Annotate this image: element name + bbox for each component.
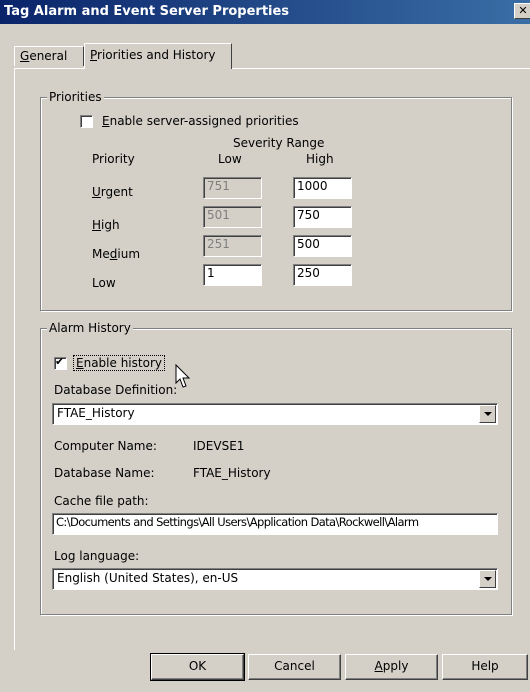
low-column-header: Low (218, 152, 242, 166)
help-button[interactable]: Help (442, 654, 528, 680)
low-high-field[interactable]: 250 (293, 264, 352, 286)
database-name-label: Database Name: (54, 466, 155, 480)
window-title: Tag Alarm and Event Server Properties (4, 4, 290, 19)
close-button[interactable]: ✕ (514, 3, 530, 19)
close-icon: ✕ (518, 4, 528, 17)
enable-history-checkbox[interactable]: ✔ (54, 355, 67, 370)
tab-priorities-and-history[interactable]: Priorities and History (84, 43, 232, 69)
apply-button[interactable]: Apply (345, 654, 438, 680)
high-low-field: 501 (203, 206, 262, 228)
alarm-history-legend: Alarm History (47, 321, 133, 335)
cache-file-path-label: Cache file path: (54, 494, 149, 508)
priority-medium-label: Medium (92, 247, 141, 261)
chevron-down-icon (484, 577, 492, 581)
title-bar[interactable]: Tag Alarm and Event Server Properties ✕ (0, 0, 530, 24)
database-definition-dropdown-button[interactable] (479, 405, 496, 423)
priority-urgent-label: Urgent (92, 185, 133, 199)
log-language-dropdown[interactable]: English (United States), en-US (52, 568, 498, 590)
high-column-header: High (306, 152, 334, 166)
tab-general-label-post: eneral (29, 49, 68, 63)
medium-low-field: 251 (203, 235, 262, 257)
ok-button[interactable]: OK (150, 653, 245, 681)
urgent-low-field: 751 (203, 177, 262, 199)
priority-high-label: High (92, 218, 120, 232)
tab-priorities-label-post: riorities and History (97, 48, 216, 62)
cancel-button[interactable]: Cancel (248, 654, 341, 680)
properties-dialog: Tag Alarm and Event Server Properties ✕ … (0, 0, 530, 692)
database-definition-label: Database Definition: (54, 383, 178, 397)
database-definition-dropdown[interactable]: FTAE_History (52, 403, 498, 425)
priorities-legend: Priorities (47, 90, 104, 104)
log-language-dropdown-button[interactable] (479, 570, 496, 588)
checkmark-icon: ✔ (55, 355, 65, 368)
severity-range-label: Severity Range (233, 136, 325, 150)
tab-priorities-label-key: P (90, 48, 98, 62)
cache-file-path-field[interactable]: C:\Documents and Settings\All Users\Appl… (52, 513, 498, 535)
low-low-field[interactable]: 1 (203, 264, 262, 286)
enable-server-priorities-checkbox[interactable] (80, 115, 93, 128)
tab-general[interactable]: General (14, 46, 84, 66)
urgent-high-field[interactable]: 1000 (293, 177, 352, 199)
tab-general-label-key: G (20, 49, 30, 63)
computer-name-value: IDEVSE1 (193, 439, 245, 453)
database-definition-value: FTAE_History (57, 406, 135, 420)
log-language-value: English (United States), en-US (57, 571, 239, 585)
enable-history-label[interactable]: Enable history (73, 355, 165, 371)
mouse-pointer-icon (175, 364, 191, 388)
priority-low-label: Low (92, 276, 116, 290)
medium-high-field[interactable]: 500 (293, 235, 352, 257)
computer-name-label: Computer Name: (54, 439, 157, 453)
enable-server-priorities-label[interactable]: Enable server-assigned priorities (102, 114, 299, 128)
database-name-value: FTAE_History (193, 466, 271, 480)
log-language-label: Log language: (54, 549, 140, 563)
chevron-down-icon (484, 412, 492, 416)
high-high-field[interactable]: 750 (293, 206, 352, 228)
priority-column-header: Priority (92, 152, 135, 166)
